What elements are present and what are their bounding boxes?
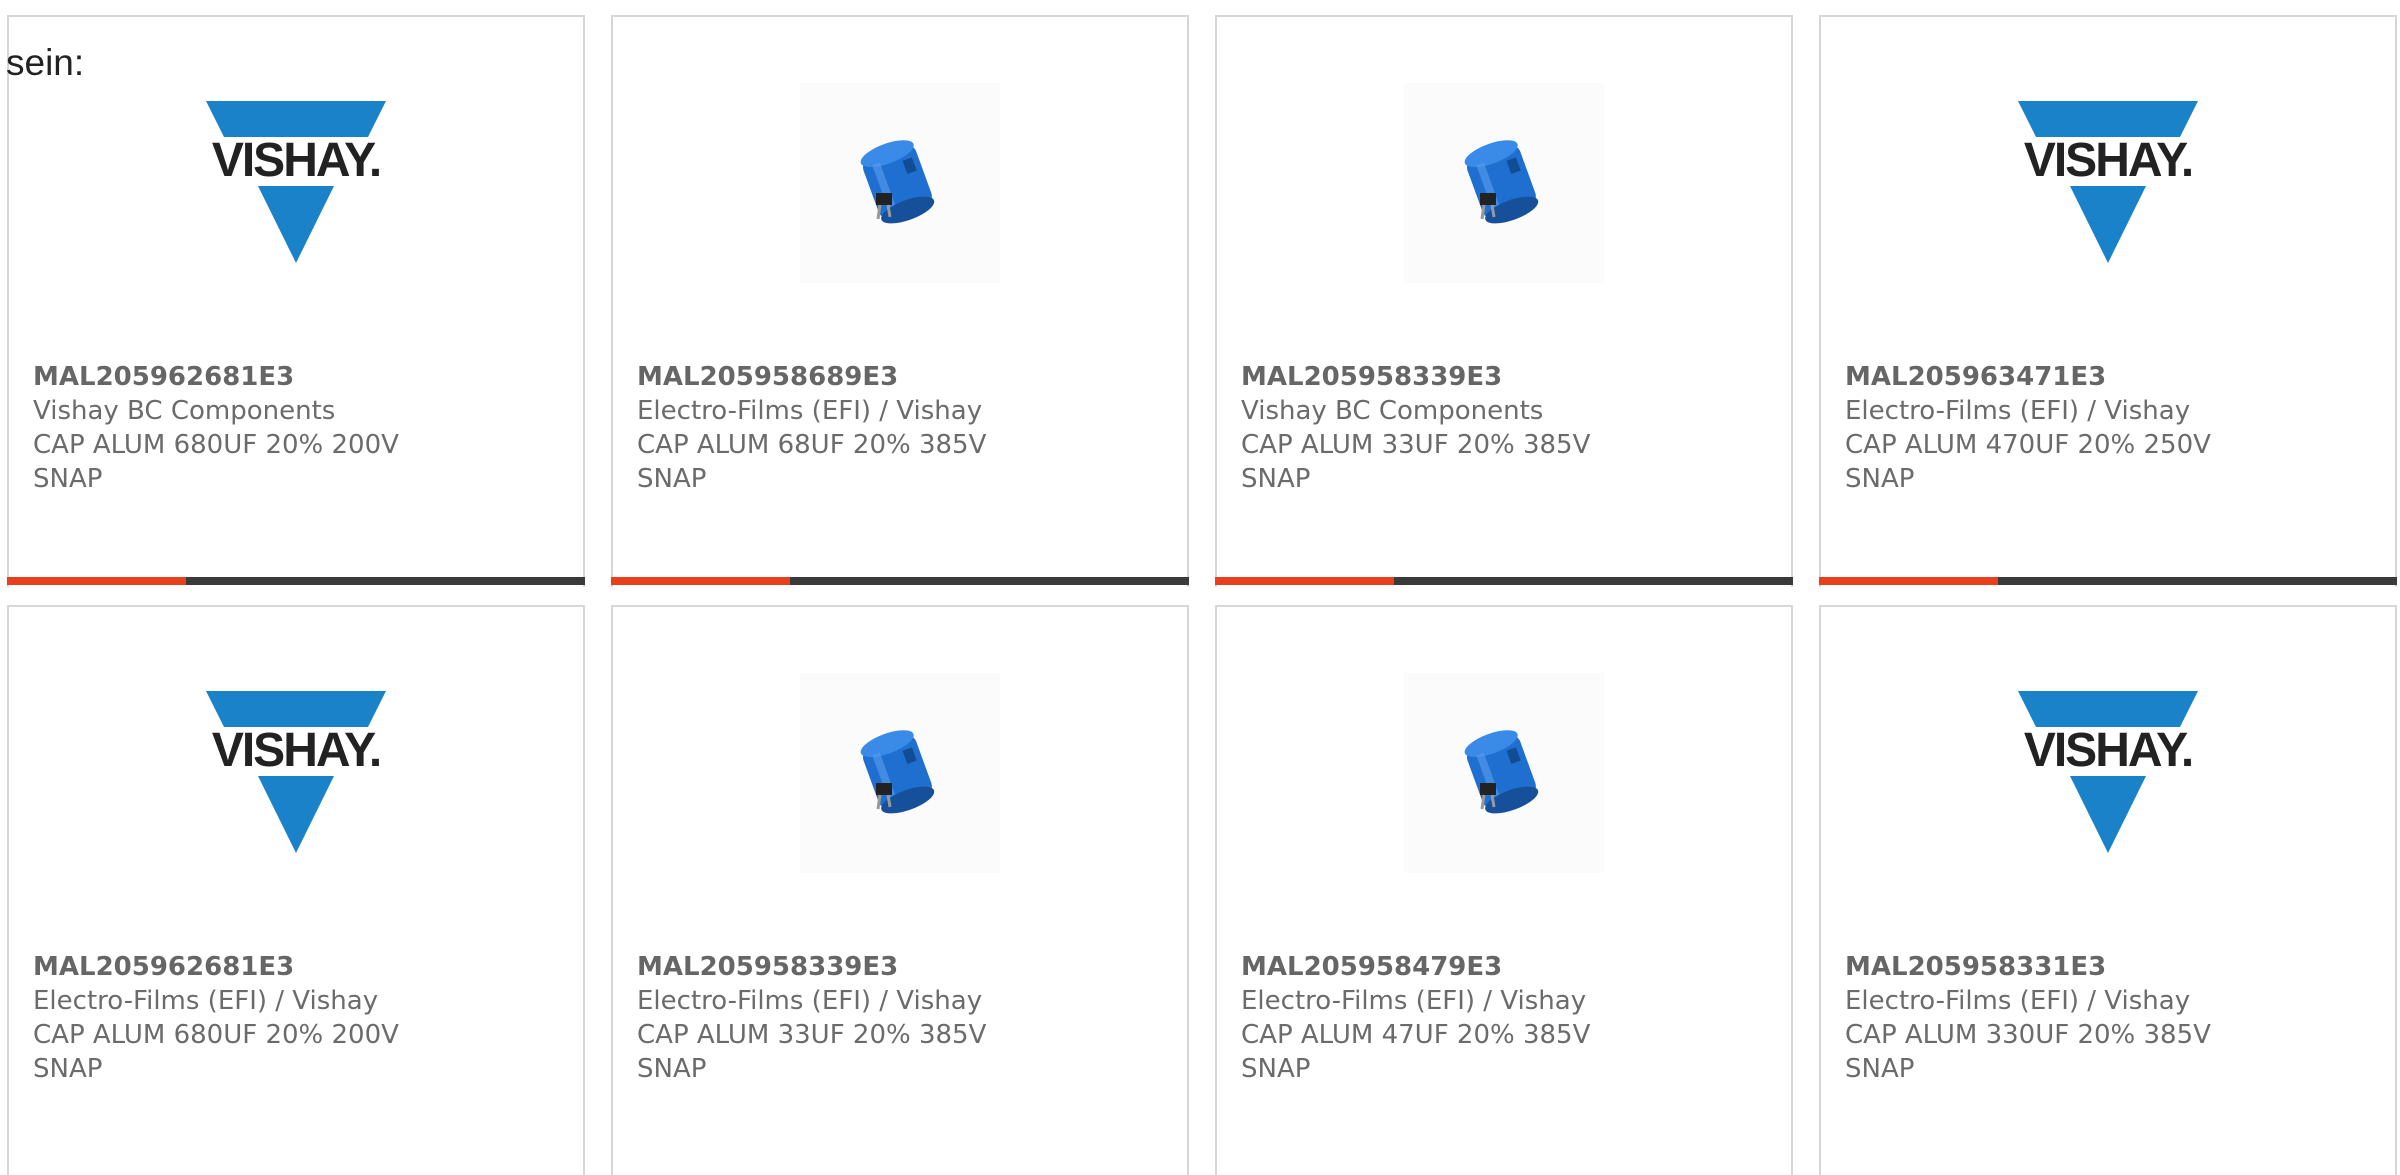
card-progress-bar <box>1819 577 2397 585</box>
part-number[interactable]: MAL205958689E3 <box>637 360 1037 394</box>
description: CAP ALUM 330UF 20% 385V SNAP <box>1845 1020 2211 1084</box>
description: CAP ALUM 33UF 20% 385V SNAP <box>1241 430 1591 494</box>
manufacturer: Vishay BC Components <box>33 396 336 426</box>
capacitor-photo <box>800 673 1000 873</box>
manufacturer: Electro-Films (EFI) / Vishay <box>1845 396 2191 426</box>
card-progress-fill <box>1819 577 1999 585</box>
part-number[interactable]: MAL205962681E3 <box>33 950 433 984</box>
product-card[interactable]: VISHAY. MAL205962681E3 Electro-Films (EF… <box>7 605 585 1175</box>
description: CAP ALUM 680UF 20% 200V SNAP <box>33 430 399 494</box>
page-label: sein: <box>6 42 85 83</box>
manufacturer: Electro-Films (EFI) / Vishay <box>1845 986 2191 1016</box>
part-number[interactable]: MAL205958479E3 <box>1241 950 1641 984</box>
product-image-area <box>1217 83 1791 283</box>
vishay-logo: VISHAY. <box>2008 673 2208 873</box>
vishay-logo: VISHAY. <box>2008 83 2208 283</box>
product-image-area: VISHAY. <box>9 673 583 873</box>
product-info: MAL205962681E3 Electro-Films (EFI) / Vis… <box>33 950 433 1086</box>
description: CAP ALUM 470UF 20% 250V SNAP <box>1845 430 2211 494</box>
product-card[interactable]: VISHAY. MAL205962681E3 Vishay BC Compone… <box>7 15 585 587</box>
capacitor-photo <box>800 83 1000 283</box>
vishay-logo: VISHAY. <box>196 83 396 283</box>
product-image-area <box>613 83 1187 283</box>
product-info: MAL205962681E3 Vishay BC Components CAP … <box>33 360 433 496</box>
description: CAP ALUM 33UF 20% 385V SNAP <box>637 1020 987 1084</box>
part-number[interactable]: MAL205958331E3 <box>1845 950 2245 984</box>
manufacturer: Electro-Films (EFI) / Vishay <box>637 986 983 1016</box>
product-card[interactable]: MAL205958339E3 Vishay BC Components CAP … <box>1215 15 1793 587</box>
part-number[interactable]: MAL205962681E3 <box>33 360 433 394</box>
product-image-area: VISHAY. <box>9 83 583 283</box>
description: CAP ALUM 68UF 20% 385V SNAP <box>637 430 987 494</box>
card-progress-bar <box>7 577 585 585</box>
product-image-area: VISHAY. <box>1821 673 2395 873</box>
product-info: MAL205958479E3 Electro-Films (EFI) / Vis… <box>1241 950 1641 1086</box>
product-info: MAL205958339E3 Vishay BC Components CAP … <box>1241 360 1641 496</box>
manufacturer: Electro-Films (EFI) / Vishay <box>33 986 379 1016</box>
description: CAP ALUM 680UF 20% 200V SNAP <box>33 1020 399 1084</box>
product-info: MAL205963471E3 Electro-Films (EFI) / Vis… <box>1845 360 2245 496</box>
logo-wordmark: VISHAY. <box>2024 724 2192 777</box>
part-number[interactable]: MAL205963471E3 <box>1845 360 2245 394</box>
product-info: MAL205958689E3 Electro-Films (EFI) / Vis… <box>637 360 1037 496</box>
logo-wordmark: VISHAY. <box>212 724 380 777</box>
part-number[interactable]: MAL205958339E3 <box>637 950 1037 984</box>
card-progress-bar <box>1215 577 1793 585</box>
product-card[interactable]: VISHAY. MAL205963471E3 Electro-Films (EF… <box>1819 15 2397 587</box>
manufacturer: Electro-Films (EFI) / Vishay <box>637 396 983 426</box>
product-image-area: VISHAY. <box>1821 83 2395 283</box>
manufacturer: Vishay BC Components <box>1241 396 1544 426</box>
logo-wordmark: VISHAY. <box>2024 134 2192 187</box>
product-image-area <box>1217 673 1791 873</box>
part-number[interactable]: MAL205958339E3 <box>1241 360 1641 394</box>
product-card[interactable]: MAL205958339E3 Electro-Films (EFI) / Vis… <box>611 605 1189 1175</box>
product-image-area <box>613 673 1187 873</box>
card-progress-fill <box>611 577 791 585</box>
product-info: MAL205958331E3 Electro-Films (EFI) / Vis… <box>1845 950 2245 1086</box>
product-card[interactable]: VISHAY. MAL205958331E3 Electro-Films (EF… <box>1819 605 2397 1175</box>
product-card[interactable]: MAL205958479E3 Electro-Films (EFI) / Vis… <box>1215 605 1793 1175</box>
manufacturer: Electro-Films (EFI) / Vishay <box>1241 986 1587 1016</box>
product-grid: VISHAY. MAL205962681E3 Vishay BC Compone… <box>0 0 2400 1175</box>
card-progress-fill <box>7 577 187 585</box>
card-progress-fill <box>1215 577 1395 585</box>
product-card[interactable]: MAL205958689E3 Electro-Films (EFI) / Vis… <box>611 15 1189 587</box>
capacitor-photo <box>1404 83 1604 283</box>
capacitor-photo <box>1404 673 1604 873</box>
vishay-logo: VISHAY. <box>196 673 396 873</box>
logo-wordmark: VISHAY. <box>212 134 380 187</box>
card-progress-bar <box>611 577 1189 585</box>
product-info: MAL205958339E3 Electro-Films (EFI) / Vis… <box>637 950 1037 1086</box>
description: CAP ALUM 47UF 20% 385V SNAP <box>1241 1020 1591 1084</box>
